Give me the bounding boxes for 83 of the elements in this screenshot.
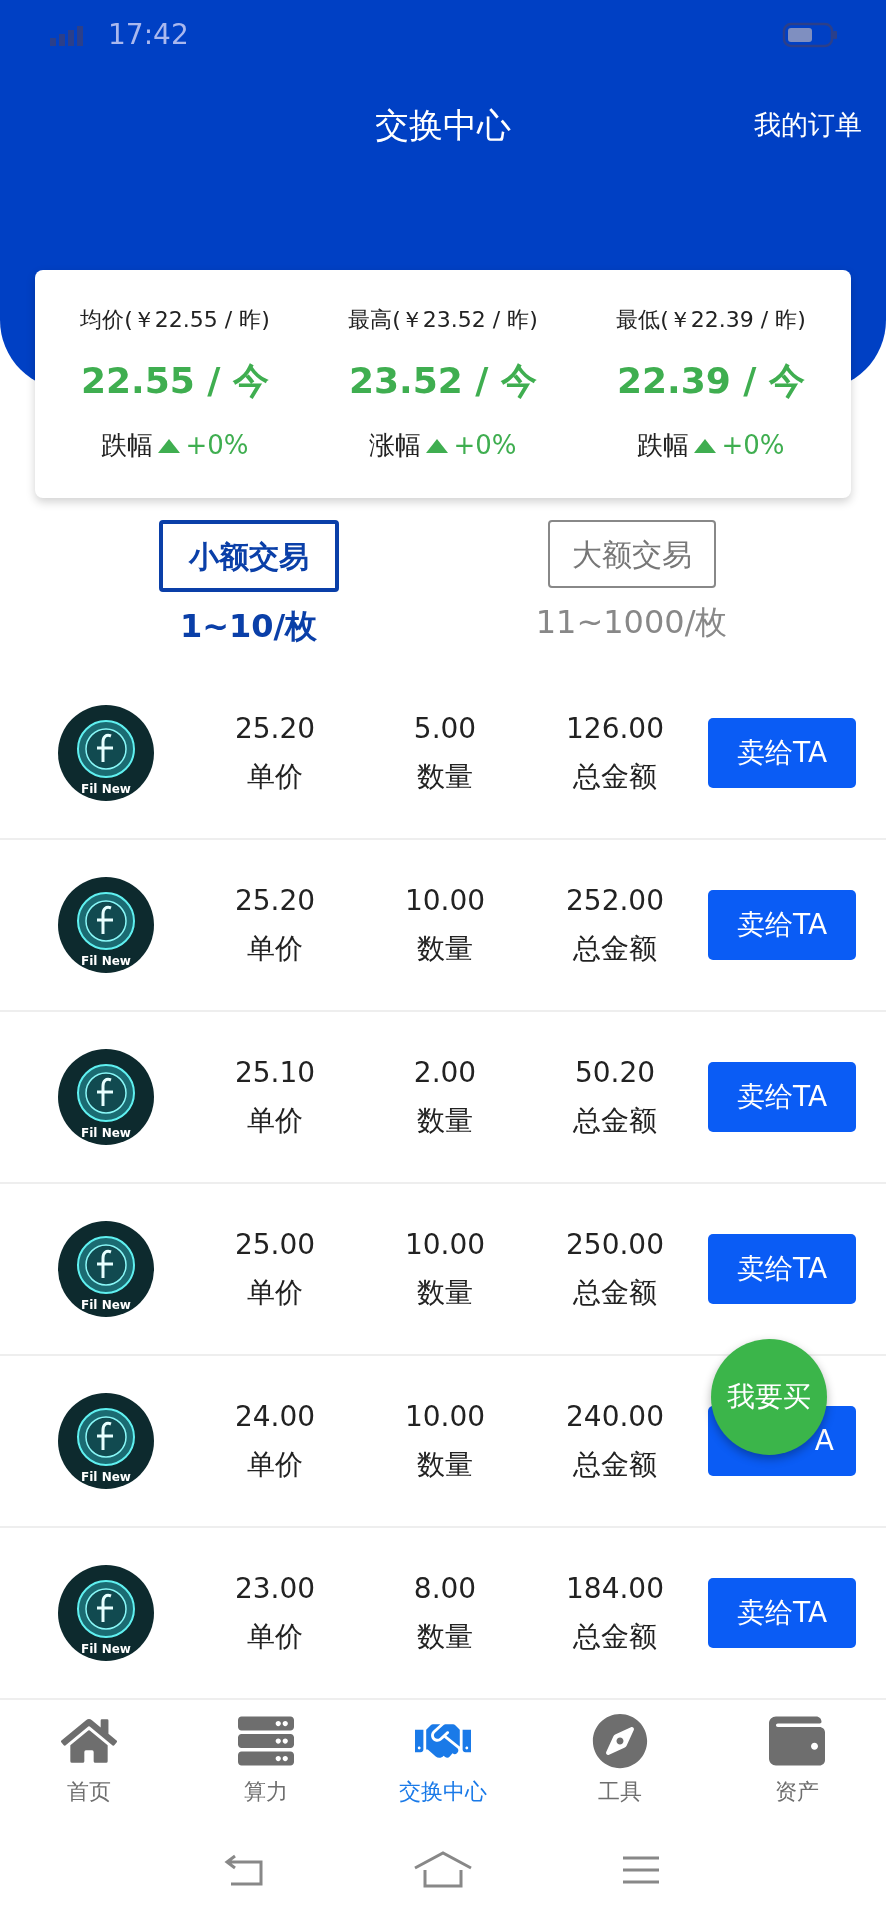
coin-icon [75,1406,137,1468]
order-number: 24.00 [234,1399,316,1435]
logo-text: Fil New [81,783,131,795]
order-number: 126.00 [566,711,664,747]
trade-tab[interactable]: 小额交易 [158,520,339,592]
compass-icon [592,1712,649,1769]
stat-value: 23.52 / 今 [348,359,538,403]
order-label: 单价 [247,1103,303,1139]
change-value: +0% [453,429,517,462]
order-number: 10.00 [404,1227,486,1263]
page-title: 交换中心 [375,103,511,147]
stat-label: 最低(￥22.39 / 昨) [616,306,806,334]
order-number: 184.00 [566,1571,664,1607]
change-value: +0% [721,429,785,462]
up-triangle-icon [425,437,450,454]
logo-text: Fil New [81,1471,131,1483]
nav-tab[interactable]: 资产 [708,1712,886,1808]
coin-icon [75,1578,137,1640]
home-icon[interactable] [413,1850,473,1890]
sell-button[interactable]: 卖给TA [708,718,856,788]
stat-value: 22.55 / 今 [80,359,270,403]
coin-icon [75,718,137,780]
sell-button[interactable]: 卖给TA [708,1234,856,1304]
order-number: 250.00 [566,1227,664,1263]
order-number: 2.00 [413,1055,477,1091]
order-number: 240.00 [566,1399,664,1435]
logo-text: Fil New [81,1643,131,1655]
order-label: 单价 [247,1447,303,1483]
logo-text: Fil New [81,955,131,967]
coin-icon [75,1234,137,1296]
order-number: 5.00 [413,711,477,747]
order-label: 单价 [247,1275,303,1311]
order-label: 数量 [417,931,473,967]
change-label: 跌幅 [637,429,690,462]
up-triangle-icon [157,437,182,454]
order-number: 10.00 [404,1399,486,1435]
nav-tab[interactable]: 交换中心 [354,1712,532,1808]
order-label: 单价 [247,759,303,795]
nav-tab[interactable]: 算力 [177,1712,355,1808]
up-triangle-icon [693,437,718,454]
trade-range: 1~10/枚 [179,606,318,647]
order-number: 50.20 [574,1055,656,1091]
order-number: 25.20 [234,883,316,919]
coin-icon [75,1062,137,1124]
change-label: 涨幅 [369,429,422,462]
change-value: +0% [185,429,249,462]
order-number: 252.00 [566,883,664,919]
order-number: 10.00 [404,883,486,919]
nav-tab[interactable]: 工具 [531,1712,709,1808]
logo-text: Fil New [81,1127,131,1139]
my-orders-link[interactable]: 我的订单 [754,104,862,146]
order-label: 总金额 [573,1447,657,1483]
logo-text: Fil New [81,1299,131,1311]
sell-button[interactable]: 卖给TA [708,1062,856,1132]
order-number: 23.00 [234,1571,316,1607]
order-label: 总金额 [573,1103,657,1139]
order-number: 25.10 [234,1055,316,1091]
status-time: 17:42 [108,17,189,53]
order-number: 25.20 [234,711,316,747]
order-label: 数量 [417,1447,473,1483]
trade-tab[interactable]: 大额交易 [547,520,716,588]
change-label: 跌幅 [101,429,154,462]
stat-label: 最高(￥23.52 / 昨) [348,306,538,334]
order-number: 25.00 [234,1227,316,1263]
order-number: 8.00 [413,1571,477,1607]
order-label: 数量 [417,1619,473,1655]
order-label: 数量 [417,1275,473,1311]
order-label: 单价 [247,1619,303,1655]
sell-button[interactable]: 卖给TA [708,890,856,960]
order-label: 总金额 [573,1275,657,1311]
order-label: 数量 [417,759,473,795]
nav-tab[interactable]: 首页 [0,1712,178,1808]
stat-label: 均价(￥22.55 / 昨) [80,306,270,334]
sell-button[interactable]: 卖给TA [708,1578,856,1648]
stat-value: 22.39 / 今 [616,359,806,403]
order-label: 单价 [247,931,303,967]
order-label: 总金额 [573,931,657,967]
battery-icon [782,21,838,49]
trade-range: 11~1000/枚 [535,602,728,643]
order-label: 数量 [417,1103,473,1139]
order-label: 总金额 [573,759,657,795]
order-label: 总金额 [573,1619,657,1655]
coin-icon [75,890,137,952]
